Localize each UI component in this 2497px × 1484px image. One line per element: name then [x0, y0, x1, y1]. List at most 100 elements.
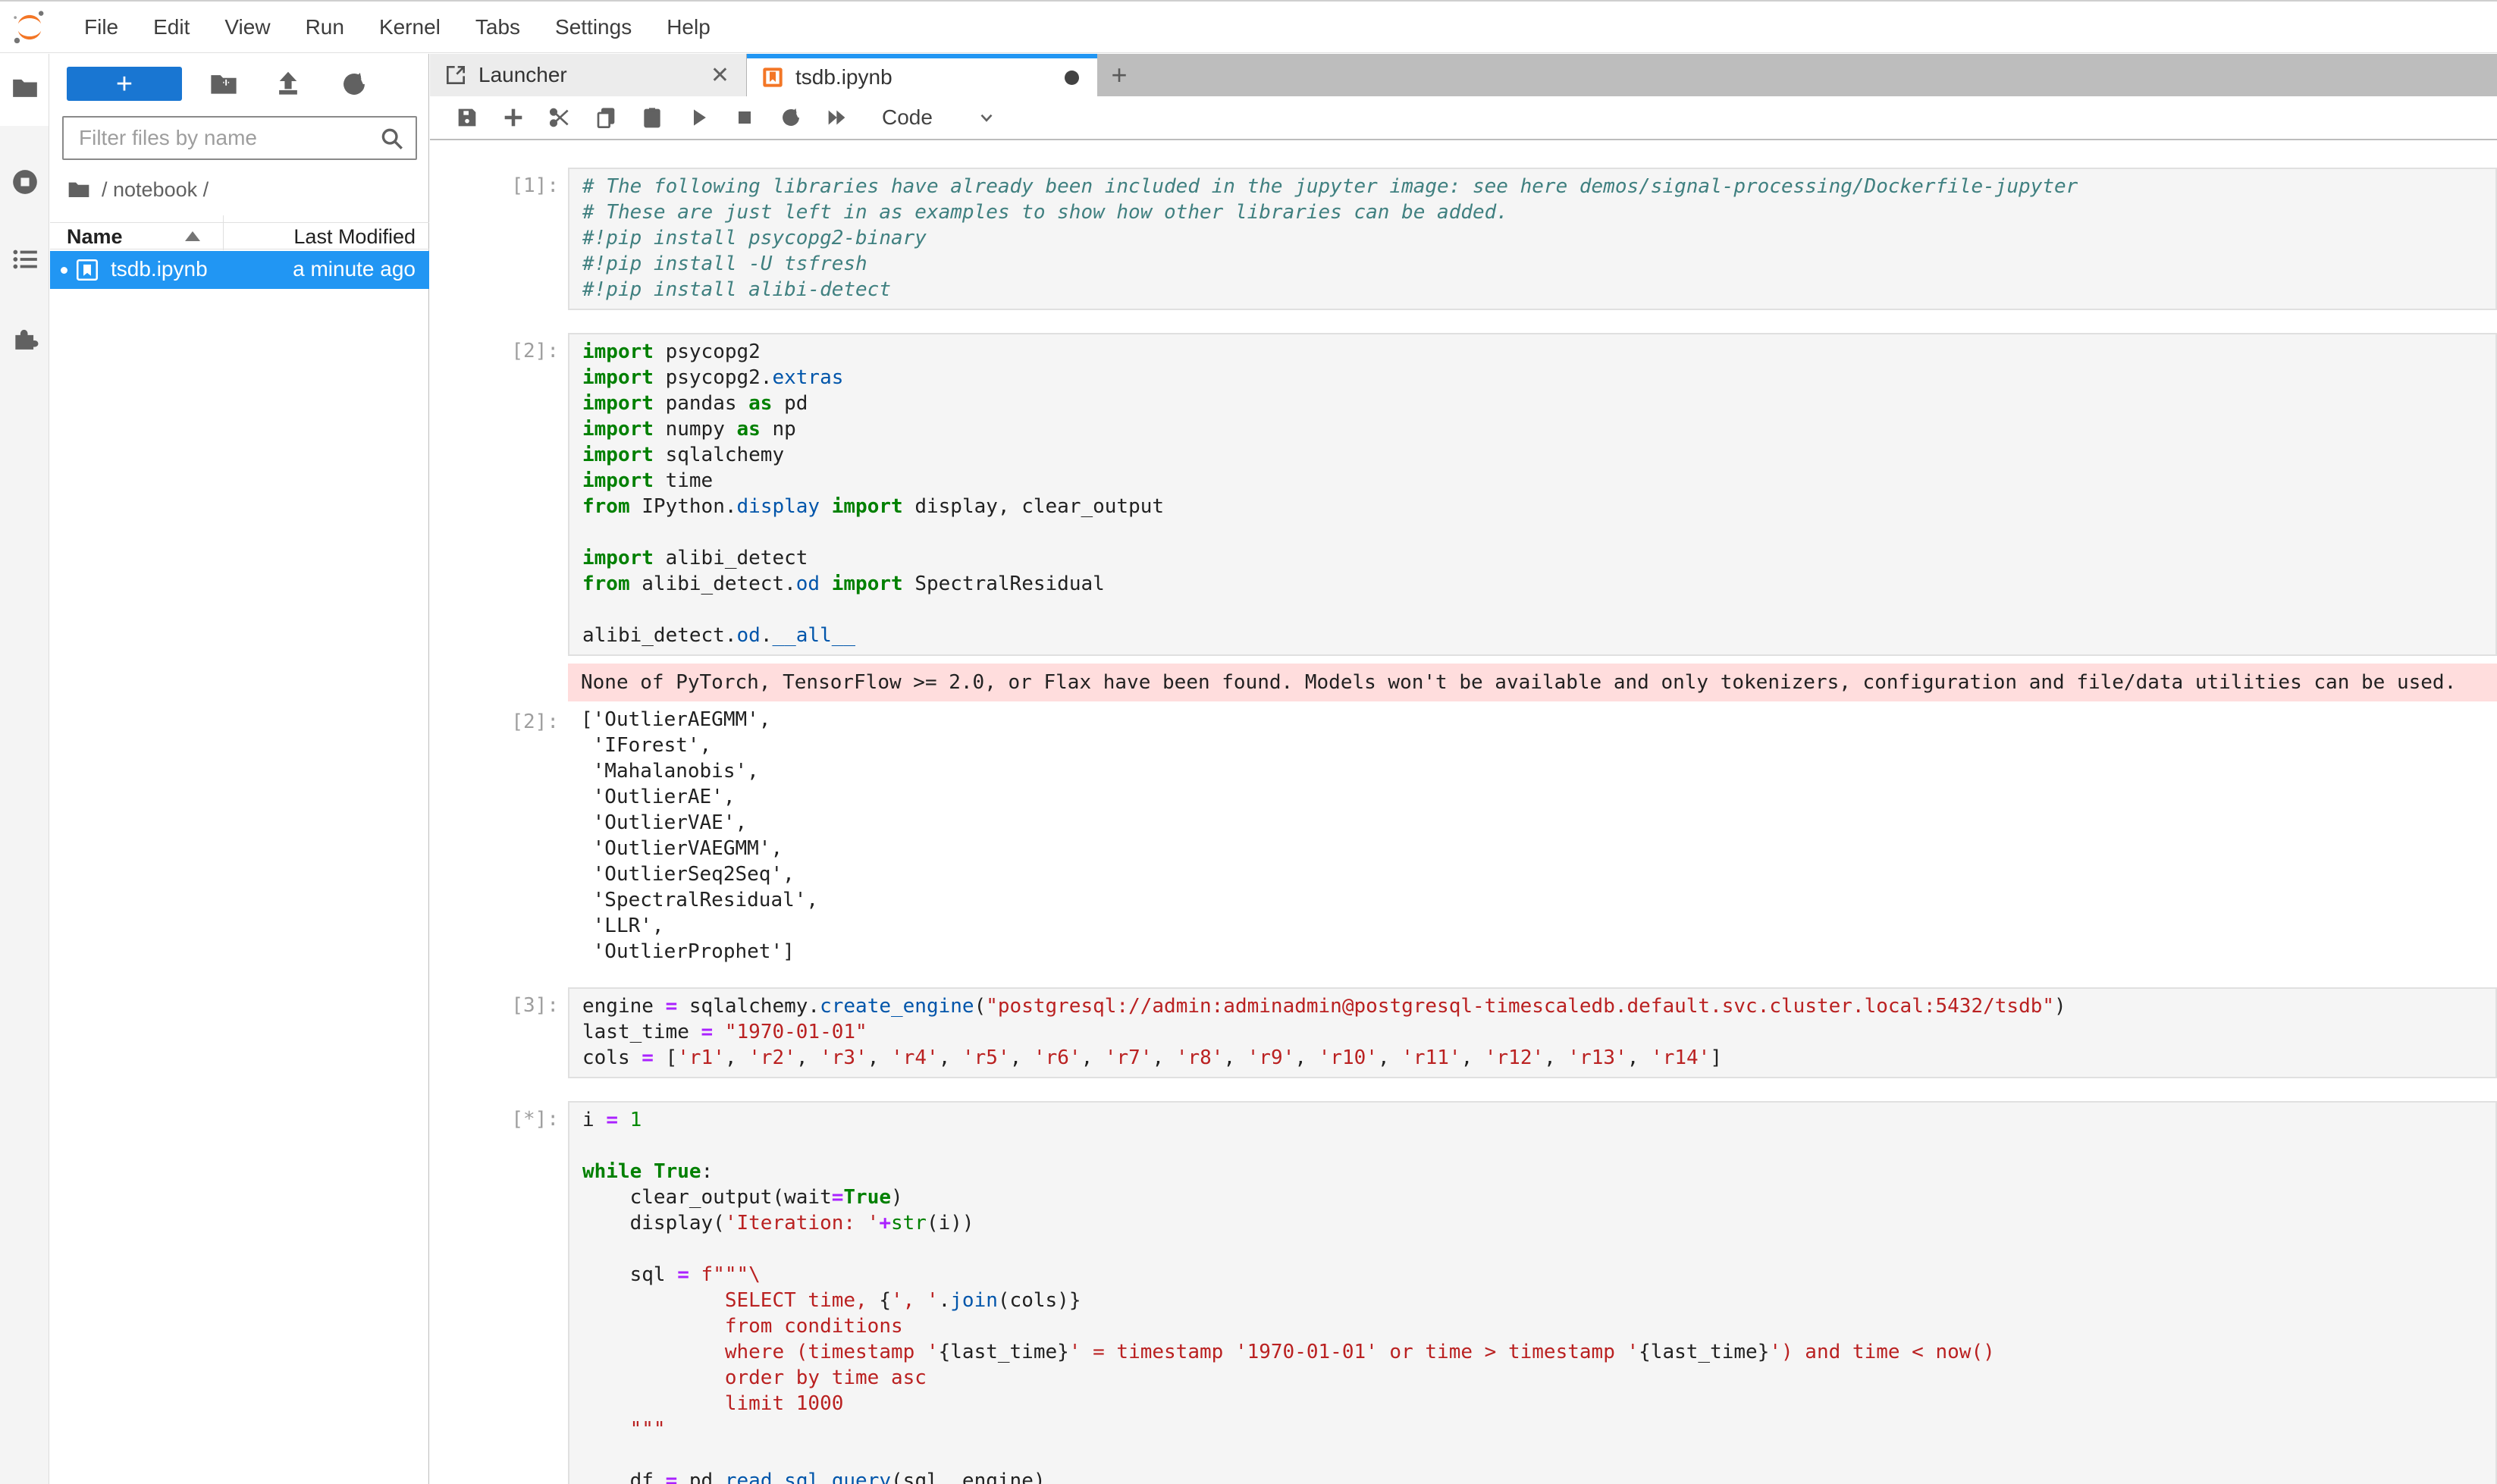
menu-bar: File Edit View Run Kernel Tabs Settings …	[0, 0, 2497, 53]
code-line	[582, 1133, 2495, 1159]
jupyter-logo-icon	[12, 10, 47, 45]
menu-edit[interactable]: Edit	[136, 2, 207, 53]
code-line: from conditions	[582, 1313, 2495, 1339]
new-launcher-button[interactable]: +	[67, 67, 182, 101]
cell-editor[interactable]: engine = sqlalchemy.create_engine("postg…	[568, 987, 2497, 1078]
filter-files-input[interactable]	[79, 119, 367, 157]
launcher-icon	[444, 63, 468, 87]
menu-file[interactable]: File	[67, 2, 136, 53]
search-icon	[379, 126, 405, 152]
code-line: limit 1000	[582, 1391, 2495, 1417]
code-line: ['OutlierAEGMM',	[581, 707, 2497, 733]
input-prompt: [1]:	[430, 168, 568, 310]
sort-ascending-icon[interactable]	[185, 231, 200, 241]
cell-type-select[interactable]: Code	[882, 105, 933, 130]
code-line: order by time asc	[582, 1365, 2495, 1391]
output-prompt	[430, 664, 568, 701]
insert-cell-icon[interactable]	[501, 105, 525, 130]
code-line: 'OutlierAE',	[581, 784, 2497, 810]
stop-icon[interactable]	[732, 105, 757, 130]
refresh-icon[interactable]	[340, 70, 369, 99]
code-line: from IPython.display import display, cle…	[582, 494, 2495, 519]
notebook-cell[interactable]: [1]:# The following libraries have alrea…	[430, 168, 2497, 310]
chevron-down-icon[interactable]	[977, 108, 996, 127]
code-line: #!pip install alibi-detect	[582, 277, 2495, 303]
input-prompt: [*]:	[430, 1101, 568, 1484]
code-line: cols = ['r1', 'r2', 'r3', 'r4', 'r5', 'r…	[582, 1045, 2495, 1071]
save-icon[interactable]	[455, 105, 479, 130]
code-line: import sqlalchemy	[582, 442, 2495, 468]
input-prompt: [2]:	[430, 333, 568, 656]
run-all-icon[interactable]	[825, 105, 849, 130]
run-icon[interactable]	[686, 105, 711, 130]
breadcrumb[interactable]: / notebook /	[67, 175, 209, 204]
notebook-cell[interactable]: [3]:engine = sqlalchemy.create_engine("p…	[430, 987, 2497, 1078]
code-line: 'SpectralResidual',	[581, 887, 2497, 913]
new-folder-icon[interactable]	[209, 70, 238, 99]
unsaved-changes-dot-icon[interactable]	[1065, 71, 1079, 85]
column-last-modified[interactable]: Last Modified	[293, 225, 416, 249]
file-browser-panel: + / notebook / Name Last Modified tsdb.i…	[50, 54, 429, 1484]
tab-tsdb-notebook[interactable]: tsdb.ipynb	[747, 54, 1097, 96]
code-line: import psycopg2	[582, 339, 2495, 365]
copy-icon[interactable]	[594, 105, 618, 130]
activity-bar	[0, 54, 49, 1484]
menu-view[interactable]: View	[207, 2, 287, 53]
unsaved-dot-icon	[61, 267, 67, 274]
cell-editor[interactable]: i = 1while True: clear_output(wait=True)…	[568, 1101, 2497, 1484]
code-line	[582, 1236, 2495, 1262]
table-of-contents-icon[interactable]	[11, 245, 39, 274]
code-line: 'Mahalanobis',	[581, 758, 2497, 784]
breadcrumb-path[interactable]: / notebook /	[102, 178, 209, 202]
extensions-puzzle-icon[interactable]	[11, 323, 39, 352]
code-line: import pandas as pd	[582, 391, 2495, 416]
restart-kernel-icon[interactable]	[779, 105, 803, 130]
code-line: 'IForest',	[581, 733, 2497, 758]
output-prompt: [2]:	[430, 704, 568, 965]
cell-editor[interactable]: import psycopg2import psycopg2.extrasimp…	[568, 333, 2497, 656]
tab-launcher[interactable]: Launcher ✕	[430, 54, 747, 96]
code-line: alibi_detect.od.__all__	[582, 623, 2495, 648]
file-row-selected[interactable]: tsdb.ipynb a minute ago	[50, 251, 429, 289]
code-line: sql = f"""\	[582, 1262, 2495, 1288]
main-dock-panel: Launcher ✕ tsdb.ipynb +	[430, 54, 2497, 1484]
paste-icon[interactable]	[640, 105, 664, 130]
notebook-file-icon	[74, 257, 100, 283]
cut-icon[interactable]	[547, 105, 572, 130]
file-browser-icon[interactable]	[11, 74, 39, 102]
menu-run[interactable]: Run	[288, 2, 362, 53]
code-line: SELECT time, {', '.join(cols)}	[582, 1288, 2495, 1313]
code-line: where (timestamp '{last_time}' = timesta…	[582, 1339, 2495, 1365]
code-line: df = pd.read_sql_query(sql, engine)	[582, 1468, 2495, 1484]
execute-result-output: ['OutlierAEGMM', 'IForest', 'Mahalanobis…	[568, 704, 2497, 965]
menu-settings[interactable]: Settings	[538, 2, 649, 53]
file-list-header: Name Last Modified	[50, 222, 429, 249]
notebook-cell[interactable]: [*]:i = 1while True: clear_output(wait=T…	[430, 1101, 2497, 1484]
cell-editor[interactable]: # The following libraries have already b…	[568, 168, 2497, 310]
filter-files-box	[62, 116, 417, 160]
new-tab-button[interactable]: +	[1097, 54, 1141, 96]
notebook-icon	[761, 65, 785, 89]
code-line: import alibi_detect	[582, 545, 2495, 571]
tab-label: tsdb.ipynb	[795, 65, 1065, 89]
menu-help[interactable]: Help	[649, 2, 728, 53]
code-line: import numpy as np	[582, 416, 2495, 442]
input-prompt: [3]:	[430, 987, 568, 1078]
running-kernels-icon[interactable]	[11, 168, 39, 196]
code-line: display('Iteration: '+str(i))	[582, 1210, 2495, 1236]
menu-tabs[interactable]: Tabs	[458, 2, 538, 53]
code-line: 'OutlierVAEGMM',	[581, 836, 2497, 861]
close-tab-icon[interactable]: ✕	[707, 62, 732, 89]
notebook-cell[interactable]: [2]:import psycopg2import psycopg2.extra…	[430, 333, 2497, 965]
code-line: 'OutlierVAE',	[581, 810, 2497, 836]
plus-icon: +	[116, 70, 133, 99]
file-modified: a minute ago	[293, 257, 416, 281]
home-folder-icon[interactable]	[67, 177, 91, 202]
code-line: #!pip install -U tsfresh	[582, 251, 2495, 277]
code-line	[582, 1442, 2495, 1468]
column-name[interactable]: Name	[67, 225, 123, 249]
menu-kernel[interactable]: Kernel	[362, 2, 458, 53]
upload-icon[interactable]	[274, 70, 303, 99]
code-line: while True:	[582, 1159, 2495, 1184]
code-line: """	[582, 1417, 2495, 1442]
